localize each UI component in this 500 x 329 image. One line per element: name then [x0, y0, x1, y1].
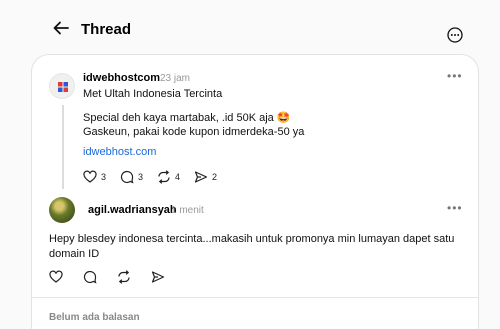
share-count: 2 [212, 172, 218, 182]
page-title: Thread [81, 21, 132, 38]
idwebhost-logo-icon [58, 82, 68, 92]
like-button[interactable]: 3 [83, 170, 106, 184]
more-options-circle-icon[interactable] [446, 26, 464, 44]
thread-card: idwebhostcom 23 jam ••• Met Ultah Indone… [31, 54, 479, 329]
comment-count: 3 [138, 172, 144, 182]
comment-button[interactable]: 3 [120, 170, 143, 184]
post-text-line-3: Gaskeun, pakai kode kupon idmerdeka-50 y… [83, 126, 305, 138]
thread-header: Thread [0, 0, 500, 56]
post-actions: 3 3 4 2 [83, 170, 231, 184]
comment-icon [83, 270, 97, 284]
section-divider [32, 297, 478, 298]
reply-share-button[interactable] [151, 270, 165, 284]
like-count: 3 [101, 172, 107, 182]
repost-icon [158, 170, 170, 184]
share-button[interactable]: 2 [194, 170, 217, 184]
reply-like-button[interactable] [49, 270, 63, 284]
reply-username[interactable]: agil.wadriansyah [88, 204, 177, 216]
post-text-line-2: Special deh kaya martabak, .id 50K aja 🤩 [83, 112, 291, 124]
reply-more-options[interactable]: ••• [447, 201, 463, 215]
post-timestamp[interactable]: 23 jam [160, 73, 190, 84]
send-icon [151, 271, 165, 283]
reply-timestamp[interactable]: 1 menit [171, 205, 204, 216]
heart-icon [83, 170, 97, 183]
repost-icon [118, 270, 130, 284]
repost-button[interactable]: 4 [157, 170, 180, 184]
no-replies-label: Belum ada balasan [49, 312, 140, 323]
back-arrow-icon[interactable] [51, 18, 71, 38]
post-more-options[interactable]: ••• [447, 69, 463, 83]
original-post: idwebhostcom 23 jam ••• Met Ultah Indone… [32, 55, 478, 190]
repost-count: 4 [175, 172, 181, 182]
heart-icon [49, 270, 63, 283]
post-link[interactable]: idwebhost.com [83, 146, 156, 158]
reply-comment-button[interactable] [83, 270, 97, 284]
post-text-line-1: Met Ultah Indonesia Tercinta [83, 88, 223, 100]
thread-connector-line [62, 105, 64, 189]
reply-actions [49, 270, 179, 284]
send-icon [194, 171, 208, 183]
reply-text: Hepy blesdey indonesa tercinta...makasih… [49, 233, 455, 260]
post-username[interactable]: idwebhostcom [83, 72, 160, 84]
comment-icon [120, 170, 134, 184]
avatar[interactable] [49, 73, 75, 99]
reply-avatar[interactable] [49, 197, 75, 223]
reply-repost-button[interactable] [117, 270, 131, 284]
